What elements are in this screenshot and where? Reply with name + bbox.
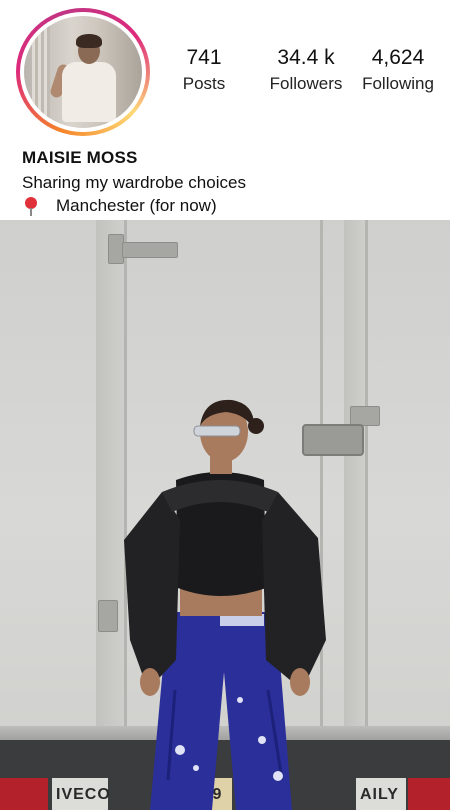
posts-value: 741: [186, 46, 222, 69]
avatar-photo: [24, 16, 142, 128]
followers-count[interactable]: 34.4 k Followers: [254, 46, 358, 96]
post-image[interactable]: IVECO N09 AILY: [0, 220, 450, 810]
posts-label: Posts: [182, 74, 226, 93]
posts-count[interactable]: 741 Posts: [168, 46, 240, 96]
round-pushpin-icon: [22, 196, 42, 216]
followers-value: 34.4 k: [277, 46, 335, 69]
person-illustration: [124, 399, 326, 810]
profile-location: Manchester (for now): [22, 196, 217, 216]
profile-name: MAISIE MOSS: [22, 148, 138, 167]
following-label: Following: [362, 74, 434, 93]
avatar-border: [20, 12, 146, 132]
profile-bio: Sharing my wardrobe choices: [22, 173, 246, 192]
followers-label: Followers: [269, 74, 343, 93]
following-value: 4,624: [371, 46, 425, 69]
avatar[interactable]: [16, 8, 150, 136]
location-text: Manchester (for now): [56, 196, 217, 215]
following-count[interactable]: 4,624 Following: [352, 46, 444, 96]
profile-header: 741 Posts 34.4 k Followers 4,624 Followi…: [0, 0, 450, 220]
